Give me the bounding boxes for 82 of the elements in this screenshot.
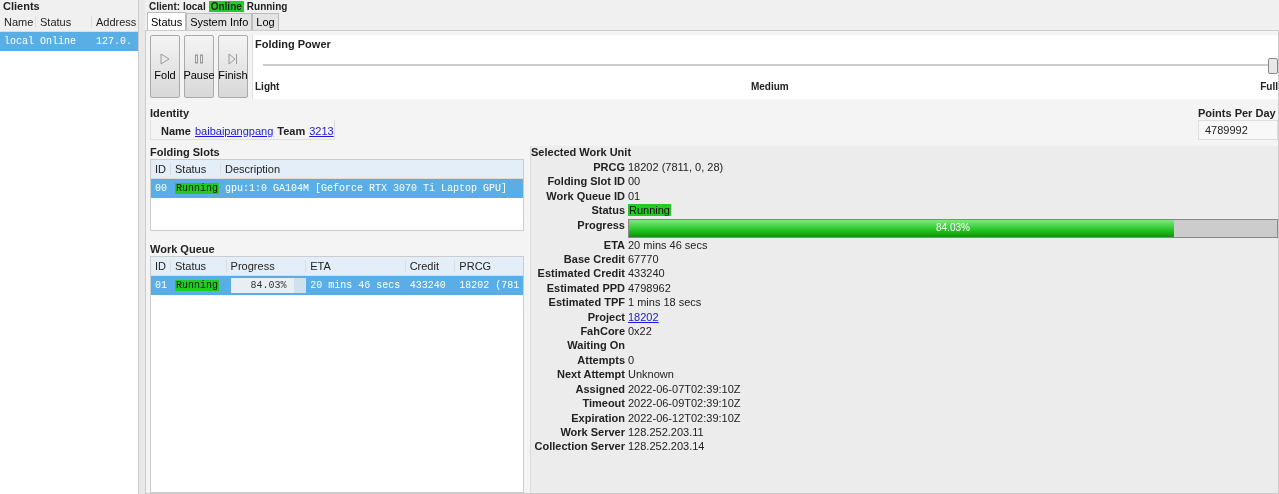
- client-label: Client: local: [149, 0, 206, 12]
- field-label: Collection Server: [533, 440, 625, 454]
- slider-thumb[interactable]: [1268, 58, 1278, 74]
- project-link[interactable]: 18202: [628, 310, 659, 323]
- column-header[interactable]: ID: [151, 260, 171, 272]
- field-label: Expiration: [570, 411, 625, 425]
- column-header[interactable]: Address: [92, 16, 138, 28]
- power-slider[interactable]: [263, 58, 1278, 72]
- field-label: Name: [161, 125, 191, 137]
- field-value: Unknown: [628, 368, 674, 381]
- field-value: 20 mins 46 secs: [628, 238, 708, 251]
- progress-bar: 84.03%: [628, 218, 1278, 238]
- field-value: 2022-06-09T02:39:10Z: [628, 397, 741, 410]
- status-value: Running: [628, 204, 671, 217]
- tick-label: Light: [255, 81, 280, 92]
- column-header[interactable]: Name: [0, 16, 36, 28]
- tick-label: Full: [1260, 81, 1278, 92]
- field-label: Work Queue ID: [545, 189, 625, 204]
- group-title: Points Per Day: [1198, 107, 1277, 120]
- field-value: 128.252.203.14: [628, 440, 705, 453]
- column-header[interactable]: Status: [170, 260, 227, 272]
- column-header[interactable]: Status: [171, 163, 221, 175]
- field-value: 67770: [628, 253, 659, 266]
- column-header[interactable]: Credit: [405, 260, 456, 272]
- group-title: Work Queue: [150, 243, 216, 256]
- field-label: Team: [277, 125, 306, 137]
- field-label: Estimated PPD: [545, 281, 625, 296]
- tick-label: Medium: [750, 81, 789, 92]
- field-value: 433240: [628, 267, 665, 280]
- field-value: 18202 (7811, 0, 28): [628, 161, 724, 173]
- field-label: Project: [586, 310, 625, 325]
- field-label: Estimated TPF: [547, 296, 625, 310]
- column-header[interactable]: ETA: [306, 260, 406, 272]
- skip-icon: [227, 52, 239, 65]
- status-text: Online: [208, 0, 244, 12]
- state-text: Running: [246, 0, 288, 12]
- field-value: 2022-06-07T02:39:10Z: [628, 382, 741, 395]
- field-value: 01: [628, 189, 641, 202]
- column-header[interactable]: ID: [151, 163, 171, 175]
- field-label: Attempts: [576, 353, 625, 368]
- field-label: Status: [590, 204, 625, 218]
- group-title: Identity: [150, 107, 191, 120]
- field-value: 2022-06-12T02:39:10Z: [628, 411, 741, 424]
- column-header[interactable]: PRCG: [455, 260, 523, 272]
- points-value: 4789992: [1198, 120, 1278, 140]
- team-link[interactable]: 3213: [309, 125, 334, 137]
- queue-row[interactable]: 01 Running 84.03% 20 mins 46 secs 433240 18202 (781: [151, 276, 523, 295]
- tab[interactable]: System Info: [186, 13, 253, 30]
- field-label: Assigned: [574, 382, 625, 397]
- control-button[interactable]: Pause: [184, 35, 214, 98]
- name-link[interactable]: baibaipangpang: [194, 125, 274, 137]
- control-button[interactable]: Fold: [150, 35, 180, 98]
- field-value: 1 mins 18 secs: [628, 296, 702, 309]
- field-value: 0x22: [628, 325, 652, 338]
- field-label: Base Credit: [562, 253, 625, 267]
- field-label: Folding Slot ID: [546, 175, 625, 189]
- group-title: Selected Work Unit: [531, 146, 633, 159]
- field-label: Progress: [576, 218, 625, 233]
- group-title: Folding Slots: [150, 146, 221, 159]
- tab[interactable]: Log: [252, 13, 279, 30]
- field-label: Waiting On: [566, 339, 625, 353]
- field-value: 00: [628, 175, 641, 188]
- column-header[interactable]: Status: [36, 16, 92, 28]
- field-label: PRCG: [592, 161, 625, 175]
- group-title: Folding Power: [255, 38, 332, 51]
- field-label: Estimated Credit: [536, 267, 625, 281]
- field-label: Timeout: [581, 397, 625, 411]
- field-value: 4798962: [628, 281, 671, 294]
- pause-icon: [193, 52, 205, 65]
- field-value: 0: [628, 353, 635, 366]
- field-label: FahCore: [579, 325, 625, 339]
- field-label: ETA: [602, 238, 625, 253]
- control-button[interactable]: Finish: [218, 35, 248, 98]
- slot-row[interactable]: 00 Running gpu:1:0 GA104M [Geforce RTX 3070 Ti Laptop GPU]: [151, 179, 523, 198]
- field-label: Next Attempt: [555, 368, 625, 382]
- column-header[interactable]: Description: [221, 163, 521, 175]
- field-value: 128.252.203.11: [628, 425, 704, 438]
- panel-title: Clients: [0, 0, 138, 13]
- column-header[interactable]: Progress: [226, 260, 307, 272]
- play-icon: [159, 52, 171, 65]
- tab[interactable]: Status: [147, 12, 187, 30]
- field-label: Work Server: [559, 425, 625, 440]
